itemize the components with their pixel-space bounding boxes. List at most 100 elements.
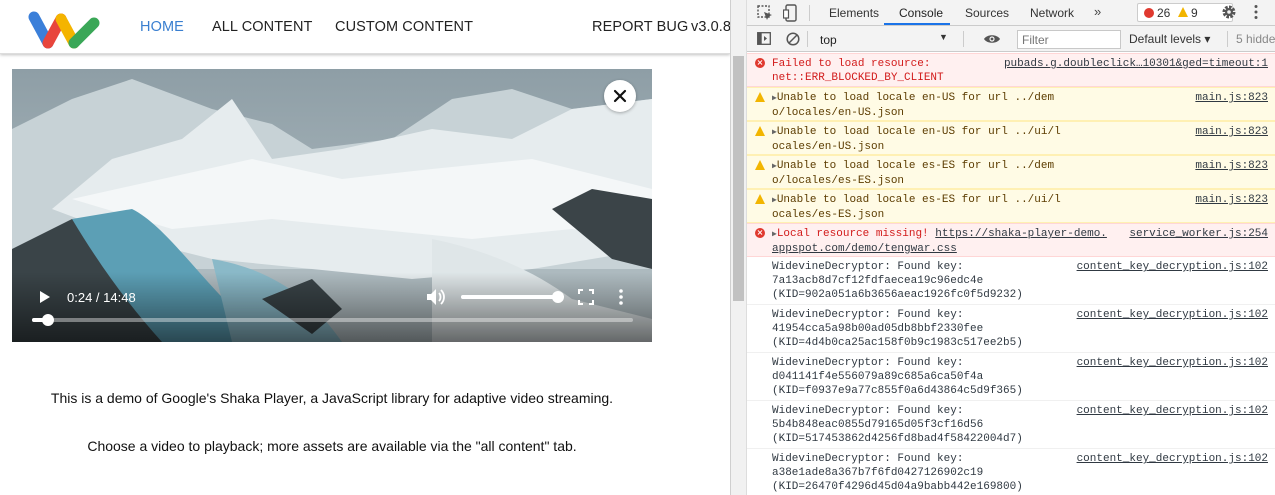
more-tabs-button[interactable]: » (1094, 4, 1101, 19)
volume-thumb[interactable] (552, 291, 564, 303)
message-source-link[interactable]: main.js:823 (1195, 125, 1268, 139)
message-source-link[interactable]: content_key_decryption.js:102 (1077, 260, 1268, 274)
tab-sources[interactable]: Sources (965, 6, 1009, 20)
toolbar-separator (1227, 31, 1228, 47)
message-text: Unable to load locale en-US for url ../u… (772, 126, 1061, 153)
toolbar-separator (963, 31, 964, 47)
message-source-link[interactable]: pubads.g.doubleclick…10301&ged=timeout:1 (1004, 57, 1268, 71)
warning-icon (755, 194, 765, 204)
console-message-log[interactable]: WidevineDecryptor: Found key: 5b4b848eac… (747, 401, 1275, 449)
message-source-link[interactable]: main.js:823 (1195, 193, 1268, 207)
version-label: v3.0.8 (691, 19, 730, 35)
hidden-messages-count: 5 hidden (1236, 32, 1275, 46)
tab-console[interactable]: Console (899, 6, 943, 20)
message-source-link[interactable]: main.js:823 (1195, 91, 1268, 105)
play-icon[interactable] (38, 290, 52, 304)
controls-overlay (12, 272, 652, 342)
seek-bar[interactable] (32, 314, 633, 326)
clear-console-icon[interactable] (786, 32, 800, 46)
warning-icon (755, 126, 765, 136)
nav-custom-content-link[interactable]: CUSTOM CONTENT (335, 19, 473, 35)
volume-fill (461, 295, 558, 299)
message-text: WidevineDecryptor: Found key: 5b4b848eac… (772, 405, 1023, 445)
message-text: Unable to load locale es-ES for url ../d… (772, 160, 1055, 187)
devtools-menu-icon[interactable] (1253, 4, 1259, 20)
fullscreen-icon[interactable] (578, 289, 594, 305)
message-body: ▶Unable to load locale es-ES for url ../… (772, 193, 1062, 222)
context-selector[interactable]: top ▼ (815, 29, 951, 48)
message-source-link[interactable]: content_key_decryption.js:102 (1077, 404, 1268, 418)
console-message-log[interactable]: WidevineDecryptor: Found key: 7a13acb8d7… (747, 257, 1275, 305)
top-navbar: HOME ALL CONTENT CUSTOM CONTENT REPORT B… (0, 0, 730, 54)
tab-network[interactable]: Network (1030, 6, 1074, 20)
page-scrollbar[interactable] (731, 0, 747, 495)
inspect-element-icon[interactable] (757, 5, 773, 21)
message-body: ▶Unable to load locale en-US for url ../… (772, 91, 1062, 120)
live-expression-eye-icon[interactable] (983, 33, 1001, 45)
message-source-link[interactable]: content_key_decryption.js:102 (1077, 452, 1268, 466)
device-toolbar-icon[interactable] (783, 4, 799, 22)
message-text: WidevineDecryptor: Found key: 7a13acb8d7… (772, 261, 1023, 301)
shaka-demo-app: HOME ALL CONTENT CUSTOM CONTENT REPORT B… (0, 0, 730, 495)
console-message-warning[interactable]: ▶Unable to load locale es-ES for url ../… (747, 189, 1275, 223)
context-value: top (820, 33, 837, 47)
report-bug-link[interactable]: REPORT BUG (592, 19, 688, 35)
message-text: WidevineDecryptor: Found key: a38e1ade8a… (772, 453, 1023, 493)
toolbar-separator (807, 31, 808, 47)
message-text: Local resource missing! (776, 228, 936, 240)
warning-icon (755, 160, 765, 170)
message-text: Unable to load locale en-US for url ../d… (772, 92, 1055, 119)
console-message-error[interactable]: × Failed to load resource: net::ERR_BLOC… (747, 53, 1275, 87)
video-player[interactable]: 0:24 / 14:48 (12, 69, 652, 342)
warning-icon (1178, 7, 1188, 17)
time-display: 0:24 / 14:48 (67, 290, 136, 305)
console-message-error[interactable]: × ▶Local resource missing! https://shaka… (747, 223, 1275, 257)
volume-slider[interactable] (461, 291, 564, 303)
message-source-link[interactable]: main.js:823 (1195, 159, 1268, 173)
close-icon (613, 89, 627, 103)
console-message-log[interactable]: WidevineDecryptor: Found key: d041141f4e… (747, 353, 1275, 401)
error-icon: × (755, 58, 765, 68)
message-source-link[interactable]: service_worker.js:254 (1129, 227, 1268, 241)
error-icon (1144, 8, 1154, 18)
message-body: ▶Unable to load locale en-US for url ../… (772, 125, 1062, 154)
issue-counts-badge[interactable]: 26 9 (1137, 3, 1233, 22)
shaka-logo-icon[interactable] (28, 7, 104, 49)
toolbar-separator (809, 5, 810, 21)
message-text: Unable to load locale es-ES for url ../u… (772, 194, 1061, 221)
warning-icon (755, 92, 765, 102)
message-source-link[interactable]: content_key_decryption.js:102 (1077, 308, 1268, 322)
more-options-icon[interactable] (616, 288, 626, 306)
console-message-warning[interactable]: ▶Unable to load locale en-US for url ../… (747, 121, 1275, 155)
nav-home-link[interactable]: HOME (140, 19, 184, 35)
intro-text: This is a demo of Google's Shaka Player,… (50, 390, 614, 406)
devtools-panel: Elements Console Sources Network » 26 9 (730, 0, 1275, 495)
message-body: ▶Local resource missing! https://shaka-p… (772, 227, 1107, 256)
dropdown-arrow-icon: ▼ (939, 32, 948, 42)
console-message-warning[interactable]: ▶Unable to load locale en-US for url ../… (747, 87, 1275, 121)
warning-count: 9 (1191, 6, 1198, 20)
console-message-log[interactable]: WidevineDecryptor: Found key: 41954cca5a… (747, 305, 1275, 353)
error-icon: × (755, 228, 765, 238)
log-levels-dropdown[interactable]: Default levels ▾ (1129, 32, 1210, 46)
console-message-warning[interactable]: ▶Unable to load locale es-ES for url ../… (747, 155, 1275, 189)
close-video-button[interactable] (604, 80, 636, 112)
console-toolbar: top ▼ Default levels ▾ 5 hidden (747, 26, 1275, 52)
intro-instructions: Choose a video to playback; more assets … (87, 438, 577, 454)
nav-all-content-link[interactable]: ALL CONTENT (212, 19, 312, 35)
volume-icon[interactable] (426, 288, 446, 306)
message-text: WidevineDecryptor: Found key: d041141f4e… (772, 357, 1023, 397)
devtools-tabbar: Elements Console Sources Network » 26 9 (747, 0, 1275, 26)
console-sidebar-icon[interactable] (757, 32, 771, 45)
console-message-log[interactable]: WidevineDecryptor: Found key: a38e1ade8a… (747, 449, 1275, 495)
console-messages[interactable]: × Failed to load resource: net::ERR_BLOC… (747, 53, 1275, 495)
console-filter-input[interactable] (1017, 30, 1121, 49)
settings-gear-icon[interactable] (1221, 4, 1237, 20)
error-count: 26 (1157, 6, 1171, 20)
active-tab-indicator (884, 23, 950, 25)
tab-elements[interactable]: Elements (829, 6, 879, 20)
message-body: ▶Unable to load locale es-ES for url ../… (772, 159, 1062, 188)
message-text: WidevineDecryptor: Found key: 41954cca5a… (772, 309, 1023, 349)
page-scrollbar-thumb[interactable] (733, 56, 744, 301)
message-source-link[interactable]: content_key_decryption.js:102 (1077, 356, 1268, 370)
